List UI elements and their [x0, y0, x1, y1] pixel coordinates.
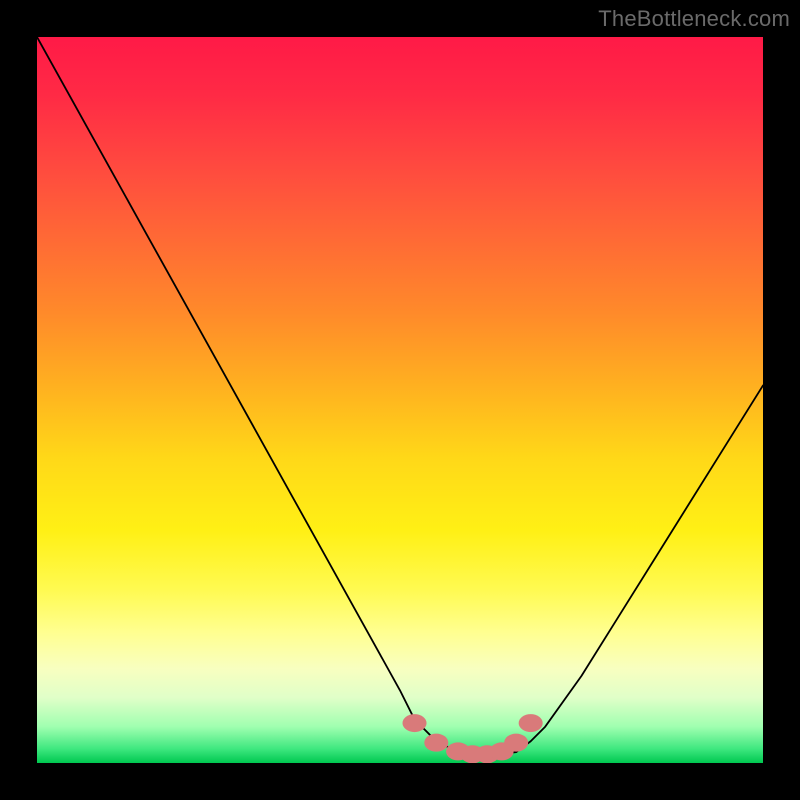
bottleneck-curve — [37, 37, 763, 756]
plot-area — [37, 37, 763, 763]
valley-marker — [519, 714, 543, 732]
chart-svg — [37, 37, 763, 763]
chart-container: TheBottleneck.com — [0, 0, 800, 800]
valley-marker — [424, 734, 448, 752]
watermark-text: TheBottleneck.com — [598, 6, 790, 32]
valley-marker — [504, 734, 528, 752]
valley-marker — [403, 714, 427, 732]
valley-markers — [403, 714, 543, 763]
